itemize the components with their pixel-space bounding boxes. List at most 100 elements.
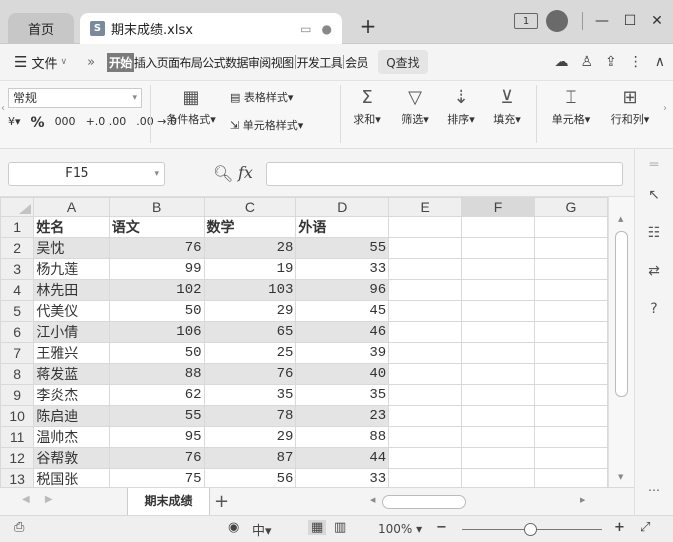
name-box[interactable]: F15 ▾ bbox=[8, 162, 165, 186]
scroll-left-icon[interactable]: ◀ bbox=[370, 496, 375, 504]
cell[interactable]: 吴忱 bbox=[33, 237, 110, 259]
sheet-tab-active[interactable]: 期末成绩 bbox=[127, 488, 210, 516]
cell[interactable]: 88 bbox=[295, 426, 390, 448]
help-icon[interactable]: ? bbox=[643, 301, 665, 317]
cell[interactable]: 税国张 bbox=[33, 468, 110, 487]
spreadsheet-grid[interactable]: A B C D E F G 1 姓名 语文 数学 外语 2 吴忱 76 28 55 3 杨九… bbox=[0, 197, 608, 487]
cell[interactable]: 62 bbox=[108, 384, 205, 406]
page-view-icon[interactable]: ▥ bbox=[334, 520, 346, 535]
menu-tab-formula[interactable]: 公式 bbox=[202, 54, 225, 71]
row-header[interactable]: 13 bbox=[0, 468, 35, 487]
row-header[interactable]: 5 bbox=[0, 300, 35, 322]
cell[interactable] bbox=[533, 216, 608, 238]
cell[interactable]: 陈启迪 bbox=[33, 405, 110, 427]
cell[interactable]: 88 bbox=[108, 363, 205, 385]
cell[interactable] bbox=[461, 468, 535, 487]
fullscreen-icon[interactable]: ⤢ bbox=[640, 520, 650, 535]
cell[interactable] bbox=[461, 258, 535, 280]
cell[interactable] bbox=[388, 405, 463, 427]
pointer-icon[interactable]: ↖ bbox=[643, 187, 665, 203]
chevron-down-icon[interactable]: ∨ bbox=[60, 57, 67, 67]
cell[interactable]: 29 bbox=[203, 426, 297, 448]
ribbon-scroll-left-icon[interactable]: ‹ bbox=[1, 103, 5, 114]
cell[interactable]: 87 bbox=[203, 447, 297, 469]
cell[interactable]: 46 bbox=[295, 321, 390, 343]
cell[interactable] bbox=[533, 342, 608, 364]
menu-tab-view[interactable]: 视图 bbox=[271, 54, 294, 71]
cell[interactable]: 96 bbox=[295, 279, 390, 301]
column-header[interactable]: B bbox=[108, 197, 205, 217]
row-header[interactable]: 3 bbox=[0, 258, 35, 280]
cell[interactable]: 29 bbox=[203, 300, 297, 322]
menu-tab-developer[interactable]: 开发工具 bbox=[297, 54, 343, 71]
window-count-badge[interactable]: 1 bbox=[514, 13, 538, 29]
fill-button[interactable]: ⊻ 填充▾ bbox=[486, 87, 528, 127]
ribbon-scroll-right-icon[interactable]: › bbox=[663, 103, 667, 114]
table-style-button[interactable]: ▤ 表格样式▾ bbox=[230, 89, 293, 105]
cell[interactable]: 19 bbox=[203, 258, 297, 280]
cell[interactable]: 75 bbox=[108, 468, 205, 487]
zoom-slider-knob[interactable] bbox=[524, 523, 537, 536]
cell[interactable] bbox=[461, 363, 535, 385]
cell[interactable]: 代美仪 bbox=[33, 300, 110, 322]
cell[interactable]: 姓名 bbox=[33, 216, 110, 238]
cell[interactable]: 李炎杰 bbox=[33, 384, 110, 406]
cell[interactable]: 50 bbox=[108, 342, 205, 364]
cell[interactable]: 39 bbox=[295, 342, 390, 364]
cell[interactable] bbox=[533, 279, 608, 301]
cell[interactable]: 数学 bbox=[203, 216, 297, 238]
cell[interactable]: 蒋发蓝 bbox=[33, 363, 110, 385]
cell[interactable] bbox=[388, 216, 463, 238]
cell[interactable] bbox=[388, 279, 463, 301]
increase-decimal-button[interactable]: +.0 .00 bbox=[86, 115, 127, 131]
tab-dot-icon[interactable]: ● bbox=[322, 22, 332, 36]
vertical-scrollbar[interactable]: ▲ ▼ bbox=[608, 197, 634, 487]
new-tab-button[interactable]: + bbox=[356, 14, 380, 38]
cell[interactable] bbox=[461, 447, 535, 469]
menu-tab-review[interactable]: 审阅 bbox=[248, 54, 271, 71]
menu-tab-member[interactable]: 会员 bbox=[345, 54, 368, 71]
formula-input[interactable] bbox=[266, 162, 623, 186]
search-button[interactable]: Q查找 bbox=[377, 50, 428, 74]
cell[interactable] bbox=[388, 426, 463, 448]
cell[interactable]: 温帅杰 bbox=[33, 426, 110, 448]
cell[interactable] bbox=[461, 237, 535, 259]
cell[interactable]: 33 bbox=[295, 468, 390, 487]
cloud-icon[interactable]: ☁ bbox=[554, 54, 568, 70]
cell[interactable] bbox=[388, 321, 463, 343]
avatar[interactable] bbox=[546, 10, 568, 32]
menu-file[interactable]: 文件 bbox=[31, 53, 57, 72]
cell[interactable]: 35 bbox=[203, 384, 297, 406]
column-header[interactable]: A bbox=[33, 197, 110, 217]
number-format-select[interactable]: 常规 ▾ bbox=[8, 88, 142, 108]
cell[interactable] bbox=[461, 279, 535, 301]
cell[interactable]: 33 bbox=[295, 258, 390, 280]
row-header[interactable]: 2 bbox=[0, 237, 35, 259]
cell[interactable]: 78 bbox=[203, 405, 297, 427]
cell[interactable] bbox=[461, 300, 535, 322]
cell[interactable] bbox=[533, 447, 608, 469]
thousand-separator-button[interactable]: 000 bbox=[55, 115, 76, 131]
cell[interactable] bbox=[533, 300, 608, 322]
cell[interactable]: 55 bbox=[108, 405, 205, 427]
column-header[interactable]: D bbox=[295, 197, 390, 217]
cell[interactable]: 谷帮敦 bbox=[33, 447, 110, 469]
more-menus-icon[interactable]: » bbox=[87, 55, 95, 70]
cell[interactable]: 76 bbox=[108, 447, 205, 469]
zoom-out-button[interactable]: − bbox=[436, 520, 447, 535]
cell[interactable] bbox=[533, 405, 608, 427]
cell[interactable]: 44 bbox=[295, 447, 390, 469]
input-method-icon[interactable]: 中▾ bbox=[252, 520, 272, 539]
minimize-icon[interactable]: — bbox=[594, 11, 610, 31]
column-header[interactable]: E bbox=[388, 197, 463, 217]
cell[interactable] bbox=[388, 300, 463, 322]
cell[interactable]: 76 bbox=[203, 363, 297, 385]
collab-icon[interactable]: ♙ bbox=[580, 54, 593, 70]
menu-tab-insert[interactable]: 插入 bbox=[134, 54, 157, 71]
cell[interactable]: 28 bbox=[203, 237, 297, 259]
currency-icon[interactable]: ¥▾ bbox=[8, 115, 21, 131]
column-header[interactable]: C bbox=[203, 197, 297, 217]
cell[interactable] bbox=[533, 426, 608, 448]
macro-icon[interactable]: ⎙ bbox=[14, 520, 24, 535]
cell[interactable] bbox=[533, 321, 608, 343]
